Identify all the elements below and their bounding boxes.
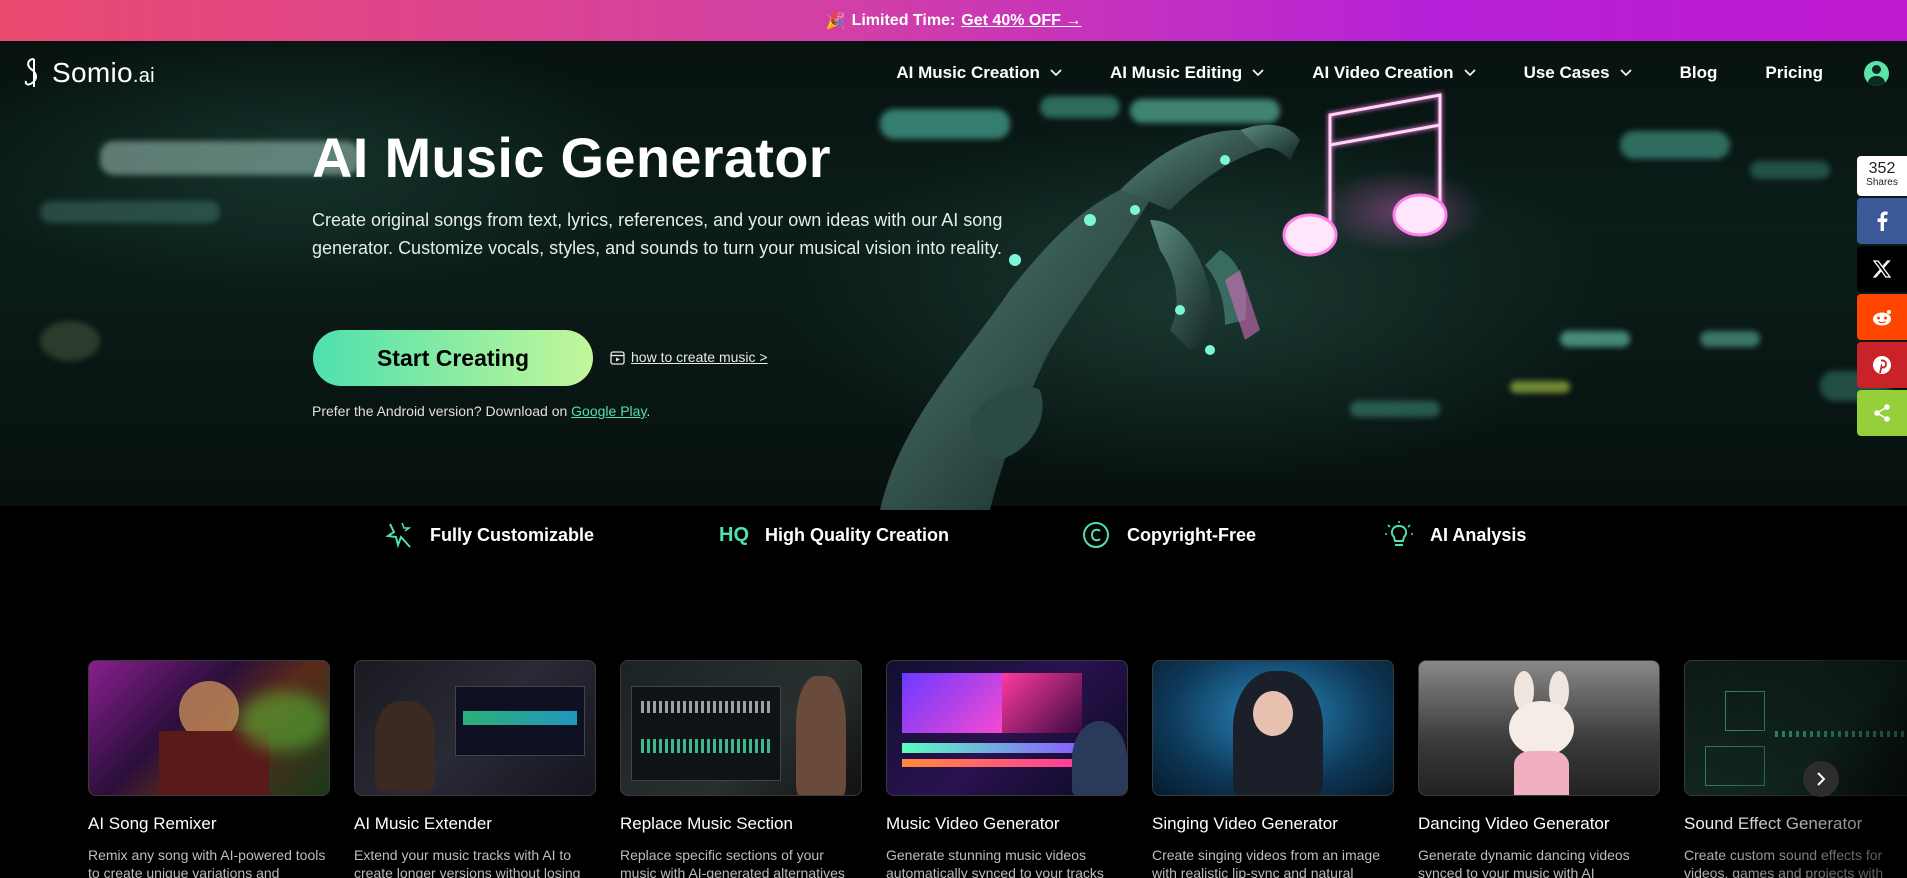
- tools-carousel: AI Song Remixer Remix any song with AI-p…: [88, 660, 1907, 878]
- magic-wand-icon: [384, 520, 414, 550]
- reddit-icon: [1873, 310, 1891, 326]
- nav-ai-music-editing[interactable]: AI Music Editing: [1110, 63, 1264, 83]
- card-ai-song-remixer[interactable]: AI Song Remixer Remix any song with AI-p…: [88, 660, 330, 878]
- card-thumbnail: [88, 660, 330, 796]
- chevron-down-icon: [1464, 69, 1476, 77]
- feature-high-quality: HQ High Quality Creation: [719, 520, 949, 550]
- chevron-down-icon: [1252, 69, 1264, 77]
- pinterest-icon: [1873, 356, 1891, 374]
- nav-use-cases[interactable]: Use Cases: [1524, 63, 1632, 83]
- promo-prefix: Limited Time:: [851, 11, 956, 29]
- nav-pricing[interactable]: Pricing: [1765, 63, 1823, 83]
- somio-logo-icon: [24, 58, 37, 87]
- feature-ai-analysis: AI Analysis: [1384, 520, 1526, 550]
- card-ai-music-extender[interactable]: AI Music Extender Extend your music trac…: [354, 660, 596, 878]
- share-icon: [1874, 404, 1890, 422]
- how-to-create-music-link[interactable]: how to create music >: [610, 349, 768, 365]
- card-thumbnail: [620, 660, 862, 796]
- party-popper-icon: 🎉: [825, 12, 846, 30]
- card-replace-music-section[interactable]: Replace Music Section Replace specific s…: [620, 660, 862, 878]
- android-download-note: Prefer the Android version? Download on …: [312, 403, 651, 419]
- main-menu: AI Music Creation AI Music Editing AI Vi…: [896, 41, 1907, 105]
- share-reddit-button[interactable]: [1857, 294, 1907, 340]
- chevron-down-icon: [1050, 69, 1062, 77]
- share-count: 352 Shares: [1857, 156, 1907, 196]
- page-title: AI Music Generator: [312, 126, 831, 189]
- x-logo-icon: [1873, 260, 1891, 278]
- card-singing-video-generator[interactable]: Singing Video Generator Create singing v…: [1152, 660, 1394, 878]
- brand-name: Somio.ai: [52, 57, 155, 88]
- share-sidebar: 352 Shares: [1857, 156, 1907, 436]
- card-thumbnail: [886, 660, 1128, 796]
- share-sharethis-button[interactable]: [1857, 390, 1907, 436]
- share-pinterest-button[interactable]: [1857, 342, 1907, 388]
- nav-blog[interactable]: Blog: [1680, 63, 1718, 83]
- top-navbar: Somio.ai AI Music Creation AI Music Edit…: [0, 41, 1907, 105]
- card-thumbnail: [1152, 660, 1394, 796]
- card-thumbnail: [1684, 660, 1907, 796]
- card-thumbnail: [354, 660, 596, 796]
- start-creating-button[interactable]: Start Creating: [313, 330, 593, 386]
- carousel-next-button[interactable]: [1803, 761, 1839, 797]
- card-music-video-generator[interactable]: Music Video Generator Generate stunning …: [886, 660, 1128, 878]
- hq-icon: HQ: [719, 523, 749, 546]
- features-row: Fully Customizable HQ High Quality Creat…: [0, 515, 1907, 550]
- promo-offer-link[interactable]: Get 40% OFF →: [961, 12, 1081, 30]
- feature-copyright-free: Copyright-Free: [1081, 520, 1256, 550]
- chevron-right-icon: [1817, 772, 1826, 786]
- google-play-link[interactable]: Google Play: [571, 403, 646, 419]
- hero-description: Create original songs from text, lyrics,…: [312, 210, 1003, 258]
- card-thumbnail: [1418, 660, 1660, 796]
- feature-fully-customizable: Fully Customizable: [384, 520, 594, 550]
- user-avatar-icon[interactable]: [1864, 61, 1889, 86]
- share-facebook-button[interactable]: [1857, 198, 1907, 244]
- nav-ai-music-creation[interactable]: AI Music Creation: [896, 63, 1062, 83]
- music-note-illustration: [1282, 92, 1448, 257]
- lightbulb-icon: [1384, 520, 1414, 550]
- calendar-play-icon: [610, 350, 625, 365]
- nav-ai-video-creation[interactable]: AI Video Creation: [1312, 63, 1476, 83]
- facebook-icon: [1877, 211, 1888, 231]
- chevron-down-icon: [1620, 69, 1632, 77]
- share-x-button[interactable]: [1857, 246, 1907, 292]
- copyright-icon: [1081, 520, 1111, 550]
- promo-banner: 🎉 Limited Time: Get 40% OFF →: [0, 0, 1907, 41]
- card-sound-effect-generator[interactable]: Sound Effect Generator Create custom sou…: [1684, 660, 1907, 878]
- card-dancing-video-generator[interactable]: Dancing Video Generator Generate dynamic…: [1418, 660, 1660, 878]
- brand-logo[interactable]: Somio.ai: [22, 57, 155, 89]
